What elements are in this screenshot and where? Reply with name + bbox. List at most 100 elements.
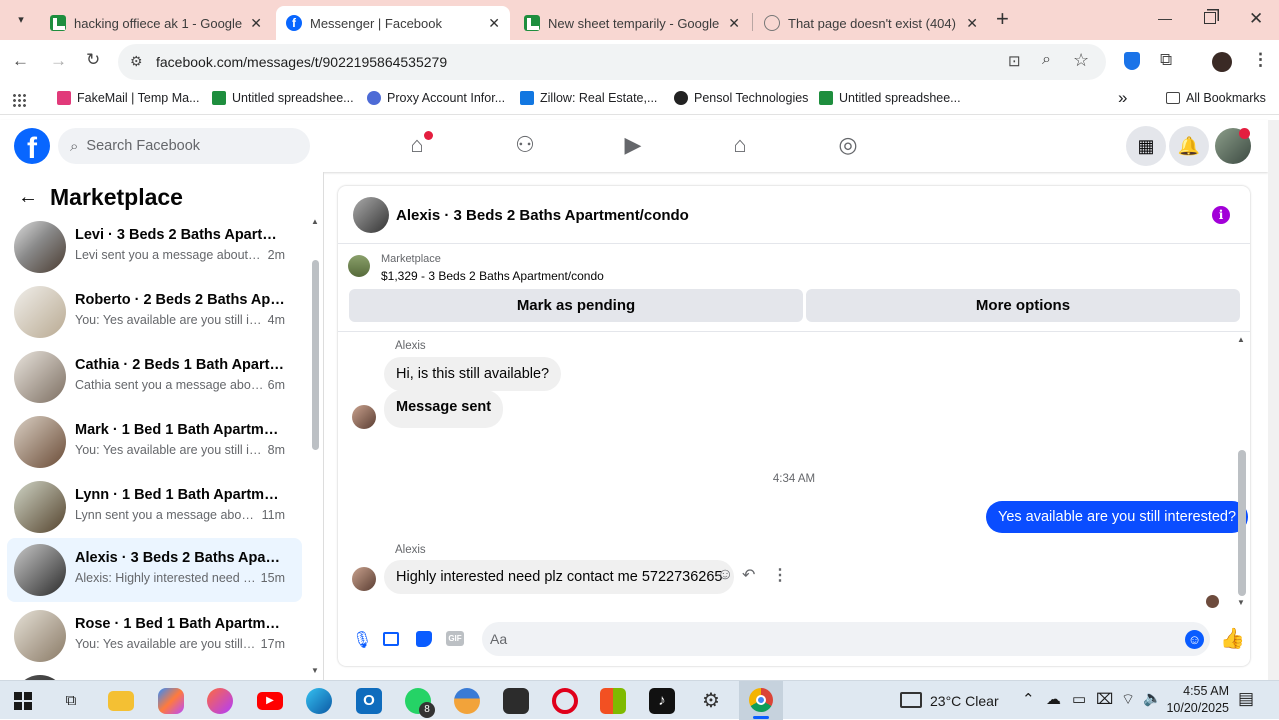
listing-title[interactable]: $1,329 - 3 Beds 2 Baths Apartment/condo bbox=[381, 269, 604, 283]
conversation-item[interactable]: Levi · 3 Beds 2 Baths Apartment... Levi … bbox=[7, 215, 302, 279]
facebook-logo[interactable]: f bbox=[14, 128, 50, 164]
bookmark-item[interactable]: Untitled spreadshee... bbox=[819, 91, 961, 105]
close-window-icon[interactable]: ✕ bbox=[1249, 9, 1263, 29]
apps-grid-icon[interactable] bbox=[12, 93, 26, 107]
extensions-icon[interactable]: ⧉ bbox=[1160, 50, 1172, 70]
conversation-item-selected[interactable]: Alexis · 3 Beds 2 Baths Apartme... Alexi… bbox=[7, 538, 302, 602]
weather-icon[interactable] bbox=[900, 692, 922, 708]
all-bookmarks-button[interactable]: All Bookmarks bbox=[1166, 91, 1266, 105]
friends-icon[interactable]: ⚇ bbox=[511, 132, 539, 160]
clock-date[interactable]: 10/20/2025 bbox=[1163, 701, 1229, 715]
clock-time[interactable]: 4:55 AM bbox=[1173, 684, 1229, 698]
app-icon[interactable] bbox=[503, 688, 529, 714]
tiktok-icon[interactable]: ♪ bbox=[649, 688, 675, 714]
like-thumb-icon[interactable]: 👍 bbox=[1220, 626, 1245, 651]
menu-grid-icon[interactable]: ▦ bbox=[1126, 126, 1166, 166]
scroll-up-icon[interactable]: ▲ bbox=[1237, 335, 1245, 344]
task-view-icon[interactable]: ⧉ bbox=[58, 688, 84, 714]
notifications-icon[interactable]: 🔔 bbox=[1169, 126, 1209, 166]
new-tab-button[interactable]: + bbox=[996, 6, 1009, 32]
install-app-icon[interactable]: ⊡ bbox=[1008, 52, 1021, 70]
conversation-item[interactable]: Roberto · 2 Beds 2 Baths Apart... You: Y… bbox=[7, 280, 302, 344]
sender-avatar[interactable] bbox=[352, 405, 376, 429]
close-tab-icon[interactable]: ✕ bbox=[250, 15, 262, 32]
chat-title[interactable]: Alexis · 3 Beds 2 Baths Apartment/condo bbox=[396, 207, 689, 224]
bookmark-item[interactable]: Proxy Account Infor... bbox=[367, 91, 505, 105]
back-arrow-icon[interactable]: ← bbox=[12, 51, 29, 71]
incoming-message[interactable]: Message sent bbox=[384, 390, 504, 428]
info-icon[interactable]: i bbox=[1212, 206, 1230, 224]
listing-thumbnail[interactable] bbox=[348, 255, 370, 277]
tab-search-icon[interactable]: ▾ bbox=[10, 9, 32, 31]
medal-app-icon[interactable] bbox=[454, 688, 480, 714]
groups-icon[interactable]: ◎ bbox=[834, 132, 862, 160]
wifi-icon[interactable]: ⌔ bbox=[1121, 690, 1135, 709]
vpn-icon[interactable]: ⌧ bbox=[1096, 690, 1113, 708]
browser-tab-4[interactable]: That page doesn't exist (404) - F ✕ bbox=[754, 6, 988, 40]
close-tab-icon[interactable]: ✕ bbox=[728, 15, 740, 32]
minimize-icon[interactable]: — bbox=[1158, 10, 1172, 26]
shield-extension-icon[interactable] bbox=[1124, 52, 1140, 70]
message-input[interactable]: Aa bbox=[482, 622, 1210, 656]
restore-icon[interactable] bbox=[1204, 12, 1216, 24]
listing-avatar[interactable] bbox=[353, 197, 389, 233]
address-bar[interactable]: ⚙ facebook.com/messages/t/90221958645352… bbox=[118, 44, 1106, 80]
bookmark-item[interactable]: FakeMail | Temp Ma... bbox=[57, 91, 200, 105]
microsoft-store-icon[interactable] bbox=[600, 688, 626, 714]
incoming-message[interactable]: Hi, is this still available? bbox=[384, 357, 562, 391]
video-icon[interactable]: ▶ bbox=[619, 132, 647, 160]
onedrive-icon[interactable]: ☁ bbox=[1046, 690, 1061, 708]
bookmark-star-icon[interactable]: ☆ bbox=[1073, 50, 1089, 71]
edge-icon[interactable] bbox=[306, 688, 332, 714]
site-info-icon[interactable]: ⚙ bbox=[130, 53, 143, 70]
marketplace-icon[interactable]: ⌂ bbox=[726, 132, 754, 160]
search-input[interactable]: ⌕ Search Facebook bbox=[58, 128, 310, 164]
browser-tab-3[interactable]: New sheet temparily - Google Sh ✕ bbox=[514, 6, 750, 40]
scroll-down-icon[interactable]: ▼ bbox=[311, 666, 319, 675]
account-avatar[interactable] bbox=[1215, 128, 1251, 164]
menu-dots-icon[interactable]: ⋮ bbox=[1252, 50, 1269, 70]
page-scrollbar[interactable] bbox=[1268, 120, 1279, 680]
profile-avatar[interactable] bbox=[1212, 52, 1232, 72]
home-icon[interactable]: ⌂ bbox=[403, 131, 433, 160]
sticker-icon[interactable] bbox=[416, 631, 432, 647]
emoji-icon[interactable]: ☺ bbox=[1185, 630, 1204, 649]
conversation-item[interactable]: Lynn · 1 Bed 1 Bath Apartment/c... Lynn … bbox=[7, 475, 302, 539]
whatsapp-icon[interactable]: 8 bbox=[405, 688, 435, 718]
conversation-item[interactable]: Cathia · 2 Beds 1 Bath Apartmen... Cathi… bbox=[7, 345, 302, 409]
chat-scrollbar[interactable] bbox=[1238, 450, 1246, 596]
bookmark-item[interactable]: Untitled spreadshee... bbox=[212, 91, 354, 105]
forward-arrow-icon[interactable]: → bbox=[50, 51, 67, 71]
file-explorer-icon[interactable] bbox=[108, 691, 134, 711]
more-options-button[interactable]: More options bbox=[806, 289, 1240, 322]
conversation-item[interactable]: Mark · 1 Bed 1 Bath Apartment/... You: Y… bbox=[7, 410, 302, 474]
more-bookmarks-button[interactable]: » bbox=[1118, 88, 1127, 108]
reply-icon[interactable]: ↶ bbox=[742, 565, 755, 585]
copilot-icon[interactable] bbox=[158, 688, 184, 714]
close-tab-icon[interactable]: ✕ bbox=[488, 15, 500, 32]
chrome-active-app[interactable] bbox=[739, 681, 783, 720]
microphone-icon[interactable]: 🎙 bbox=[352, 630, 372, 650]
scroll-down-icon[interactable]: ▼ bbox=[1237, 598, 1245, 607]
scroll-up-icon[interactable]: ▲ bbox=[311, 217, 319, 226]
reload-icon[interactable]: ↻ bbox=[86, 50, 100, 70]
browser-tab-2[interactable]: f Messenger | Facebook ✕ bbox=[276, 6, 510, 40]
conversation-item[interactable] bbox=[7, 669, 302, 680]
settings-icon[interactable]: ⚙ bbox=[698, 688, 724, 714]
browser-tab-1[interactable]: hacking offiece ak 1 - Google Sh ✕ bbox=[40, 6, 272, 40]
incoming-message[interactable]: Highly interested need plz contact me 57… bbox=[384, 560, 735, 594]
weather-text[interactable]: 23°C Clear bbox=[930, 693, 999, 709]
mark-as-pending-button[interactable]: Mark as pending bbox=[349, 289, 803, 322]
app-icon[interactable] bbox=[207, 688, 233, 714]
show-hidden-icons[interactable]: ⌃ bbox=[1022, 690, 1035, 708]
more-actions-icon[interactable]: ⋮ bbox=[772, 565, 788, 585]
url-text[interactable]: facebook.com/messages/t/9022195864535279 bbox=[156, 54, 447, 70]
zoom-icon[interactable]: ⌕ bbox=[1042, 51, 1051, 69]
react-emoji-icon[interactable]: ☺ bbox=[717, 566, 733, 584]
back-arrow-icon[interactable]: ← bbox=[18, 186, 38, 209]
outlook-icon[interactable]: O bbox=[356, 688, 382, 714]
close-tab-icon[interactable]: ✕ bbox=[966, 15, 978, 32]
conversation-item[interactable]: Rose · 1 Bed 1 Bath Apartment/c... You: … bbox=[7, 604, 302, 668]
outgoing-message[interactable]: Yes available are you still interested? bbox=[986, 501, 1249, 533]
opera-icon[interactable] bbox=[552, 688, 578, 714]
